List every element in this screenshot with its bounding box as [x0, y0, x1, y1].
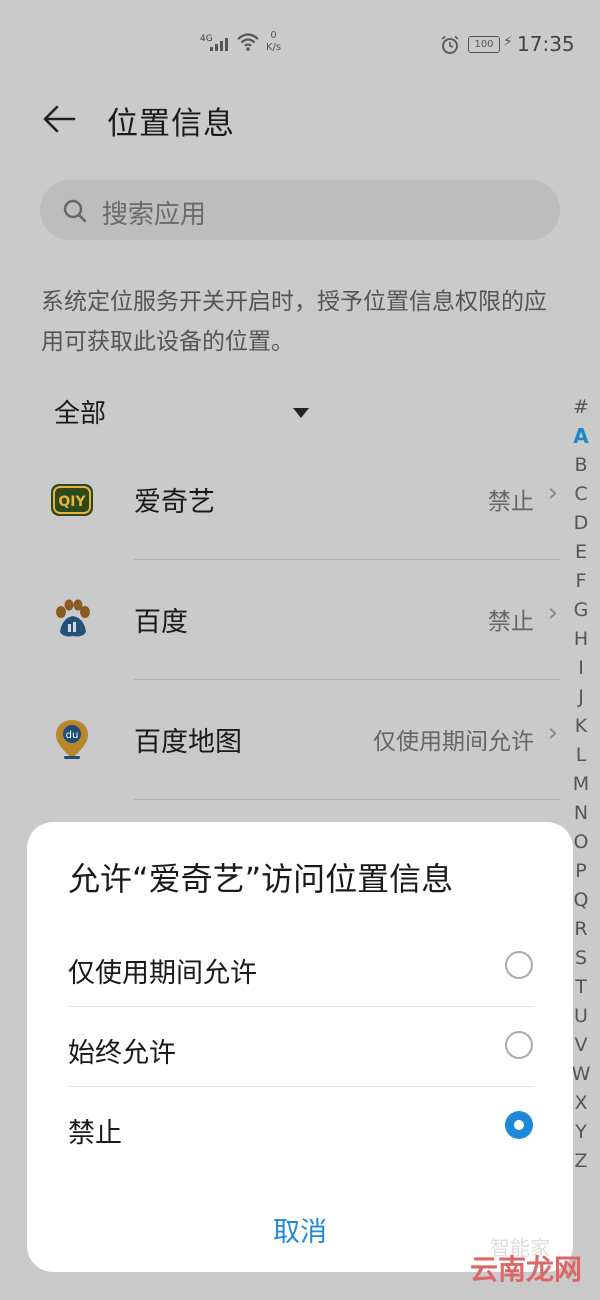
- alphabet-index-letter[interactable]: N: [566, 799, 596, 828]
- baidu-paw-icon: [56, 599, 90, 637]
- alphabet-index-letter[interactable]: I: [566, 654, 596, 683]
- chevron-right-icon: ›: [547, 598, 558, 628]
- search-icon: [63, 199, 87, 223]
- filter-dropdown-label[interactable]: 全部: [54, 393, 106, 430]
- alphabet-index-letter[interactable]: J: [566, 683, 596, 712]
- option-label: 禁止: [68, 1118, 122, 1149]
- option-label: 仅使用期间允许: [68, 958, 257, 989]
- signal-icon: [210, 38, 228, 51]
- dialog-title: 允许“爱奇艺”访问位置信息: [68, 860, 454, 898]
- alphabet-index-letter[interactable]: G: [566, 596, 596, 625]
- alphabet-index-letter[interactable]: D: [566, 509, 596, 538]
- screen: 4G 0 K/s 100 ⚡ 17:35 位置信息 搜索应用 系统定位服务开关开…: [0, 0, 600, 1300]
- app-permission-status: 禁止: [488, 609, 534, 635]
- alphabet-index-letter[interactable]: A: [566, 422, 596, 451]
- location-description: 系统定位服务开关开启时，授予位置信息权限的应用可获取此设备的位置。: [41, 289, 547, 355]
- alphabet-index-letter[interactable]: B: [566, 451, 596, 480]
- app-row-baidu-map[interactable]: du 百度地图 仅使用期间允许 ›: [0, 680, 560, 800]
- app-permission-status: 禁止: [488, 489, 534, 515]
- alphabet-index-letter[interactable]: L: [566, 741, 596, 770]
- chevron-right-icon: ›: [547, 478, 558, 508]
- search-input[interactable]: 搜索应用: [40, 180, 560, 240]
- alphabet-index-letter[interactable]: K: [566, 712, 596, 741]
- svg-text:QIY: QIY: [58, 494, 86, 510]
- wifi-icon: [237, 33, 259, 51]
- divider: [134, 799, 560, 800]
- baidu-map-pin-icon: du: [56, 720, 88, 759]
- permission-dialog: 允许“爱奇艺”访问位置信息 仅使用期间允许 始终允许 禁止 取消: [27, 822, 573, 1272]
- alphabet-index-letter[interactable]: C: [566, 480, 596, 509]
- alphabet-index-letter[interactable]: #: [566, 393, 596, 422]
- chevron-right-icon: ›: [547, 718, 558, 748]
- app-row-baidu[interactable]: 百度 禁止 ›: [0, 560, 560, 680]
- radio-button-selected[interactable]: [505, 1111, 533, 1139]
- alphabet-index-letter[interactable]: E: [566, 538, 596, 567]
- dropdown-arrow-icon[interactable]: [293, 408, 309, 418]
- app-row-iqiyi[interactable]: QIY 爱奇艺 禁止 ›: [0, 440, 560, 560]
- option-label: 始终允许: [68, 1038, 176, 1069]
- svg-text:du: du: [66, 730, 79, 741]
- alarm-icon: [441, 35, 459, 54]
- speed-unit: K/s: [266, 42, 282, 53]
- option-allow-while-using[interactable]: 仅使用期间允许: [68, 927, 533, 1007]
- watermark: 云南龙网: [470, 1253, 583, 1286]
- app-permission-status: 仅使用期间允许: [373, 729, 534, 755]
- back-arrow-icon[interactable]: [40, 100, 80, 140]
- app-name: 百度: [134, 607, 188, 638]
- battery-icon: 100: [468, 36, 500, 53]
- option-always-allow[interactable]: 始终允许: [68, 1007, 533, 1087]
- network-speed: 0 K/s: [266, 30, 281, 54]
- alphabet-index-letter[interactable]: F: [566, 567, 596, 596]
- search-placeholder: 搜索应用: [102, 200, 207, 230]
- app-name: 爱奇艺: [134, 487, 215, 518]
- radio-button[interactable]: [505, 1031, 533, 1059]
- status-bar: 4G 0 K/s 100 ⚡ 17:35: [0, 0, 600, 86]
- option-deny[interactable]: 禁止: [68, 1087, 533, 1167]
- clock: 17:35: [517, 32, 575, 56]
- charging-icon: ⚡: [503, 34, 513, 50]
- speed-value: 0: [270, 30, 277, 41]
- alphabet-index-letter[interactable]: M: [566, 770, 596, 799]
- alphabet-index-letter[interactable]: H: [566, 625, 596, 654]
- page-title: 位置信息: [107, 106, 235, 142]
- iqiyi-icon: QIY: [51, 484, 93, 516]
- radio-button[interactable]: [505, 951, 533, 979]
- app-name: 百度地图: [134, 727, 242, 758]
